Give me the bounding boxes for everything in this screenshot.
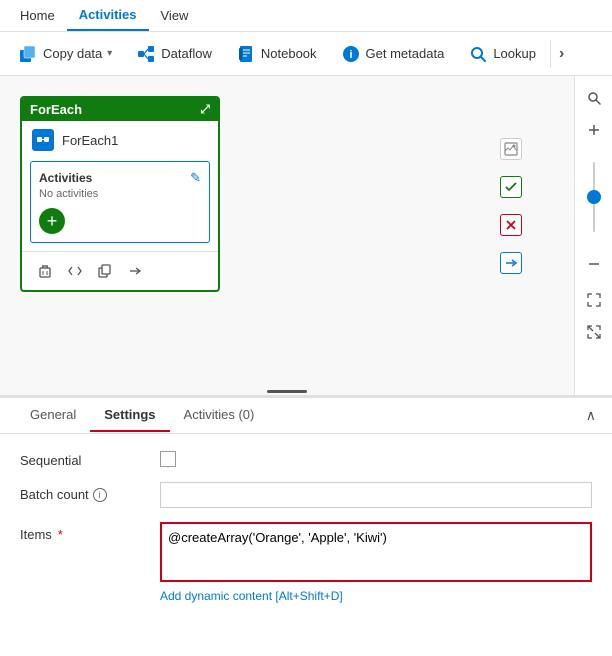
collapse-button[interactable]: ∧ bbox=[586, 407, 596, 424]
foreach-item-icon bbox=[32, 129, 54, 151]
activities-inner-title: Activities bbox=[39, 171, 92, 185]
bottom-panel: General Settings Activities (0) ∧ Sequen… bbox=[0, 396, 612, 656]
dataflow-button[interactable]: Dataflow bbox=[126, 39, 222, 69]
tab-settings[interactable]: Settings bbox=[90, 399, 169, 432]
connector-icons-group bbox=[500, 138, 522, 274]
svg-text:i: i bbox=[349, 49, 352, 61]
items-textarea[interactable] bbox=[160, 522, 592, 582]
items-text: Items bbox=[20, 527, 52, 542]
foreach-item-label: ForEach1 bbox=[62, 133, 118, 148]
edit-icon[interactable]: ✎ bbox=[190, 170, 201, 186]
items-control: Add dynamic content [Alt+Shift+D] bbox=[160, 522, 592, 603]
tab-general[interactable]: General bbox=[16, 399, 90, 432]
fit-to-screen-button[interactable] bbox=[580, 286, 608, 314]
items-required-marker: * bbox=[58, 527, 63, 542]
delete-button[interactable] bbox=[32, 258, 58, 284]
copy-data-label: Copy data bbox=[43, 46, 102, 61]
form-area: Sequential Batch count i Items * Add dyn bbox=[0, 434, 612, 631]
code-button[interactable] bbox=[62, 258, 88, 284]
arrow-right-button[interactable] bbox=[122, 258, 148, 284]
get-metadata-label: Get metadata bbox=[366, 46, 445, 61]
copy-data-icon bbox=[18, 44, 38, 64]
copy-data-button[interactable]: Copy data ▾ bbox=[8, 39, 122, 69]
sequential-checkbox[interactable] bbox=[160, 451, 176, 467]
notebook-label: Notebook bbox=[261, 46, 317, 61]
dataflow-icon bbox=[136, 44, 156, 64]
main-area: ForEach ⤢ ForEach1 Activities ✎ bbox=[0, 76, 612, 396]
foreach-expand-icon[interactable]: ⤢ bbox=[200, 102, 210, 117]
zoom-slider[interactable] bbox=[593, 152, 595, 242]
lookup-icon bbox=[468, 44, 488, 64]
get-metadata-icon: i bbox=[341, 44, 361, 64]
lookup-label: Lookup bbox=[493, 46, 536, 61]
connector-x-icon[interactable] bbox=[500, 214, 522, 236]
drag-handle-bar bbox=[267, 390, 307, 393]
drag-handle[interactable] bbox=[267, 390, 307, 393]
canvas: ForEach ⤢ ForEach1 Activities ✎ bbox=[0, 76, 574, 395]
dataflow-label: Dataflow bbox=[161, 46, 212, 61]
nav-home[interactable]: Home bbox=[8, 0, 67, 31]
batch-count-text: Batch count bbox=[20, 487, 89, 502]
tabs-left: General Settings Activities (0) bbox=[16, 399, 268, 432]
toolbar-more-icon: › bbox=[559, 45, 564, 62]
tabs-row: General Settings Activities (0) ∧ bbox=[0, 398, 612, 434]
no-activities-label: No activities bbox=[39, 188, 201, 200]
tab-activities[interactable]: Activities (0) bbox=[170, 399, 269, 432]
side-controls bbox=[574, 76, 612, 395]
foreach-header: ForEach ⤢ bbox=[22, 98, 218, 121]
connector-image-icon[interactable] bbox=[500, 138, 522, 160]
toolbar-more-button[interactable]: › bbox=[550, 40, 572, 68]
zoom-out-button[interactable] bbox=[580, 250, 608, 278]
batch-count-row: Batch count i bbox=[20, 482, 592, 508]
activities-inner-box: Activities ✎ No activities + bbox=[30, 161, 210, 243]
batch-count-info-icon[interactable]: i bbox=[93, 488, 107, 502]
sequential-label: Sequential bbox=[20, 448, 160, 468]
batch-count-control bbox=[160, 482, 592, 508]
nav-activities[interactable]: Activities bbox=[67, 0, 149, 31]
items-label: Items * bbox=[20, 522, 160, 542]
foreach-item-row: ForEach1 bbox=[22, 121, 218, 155]
expand-button[interactable] bbox=[580, 318, 608, 346]
activities-inner-header: Activities ✎ bbox=[39, 170, 201, 186]
sequential-control bbox=[160, 448, 592, 467]
batch-count-input[interactable] bbox=[160, 482, 592, 508]
notebook-button[interactable]: Notebook bbox=[226, 39, 327, 69]
toolbar: Copy data ▾ Dataflow Notebook bbox=[0, 32, 612, 76]
foreach-actions bbox=[22, 251, 218, 290]
get-metadata-button[interactable]: i Get metadata bbox=[331, 39, 455, 69]
foreach-container: ForEach ⤢ ForEach1 Activities ✎ bbox=[20, 96, 220, 292]
connector-check-icon[interactable] bbox=[500, 176, 522, 198]
sequential-row: Sequential bbox=[20, 448, 592, 468]
zoom-in-button[interactable] bbox=[580, 116, 608, 144]
batch-count-label: Batch count i bbox=[20, 482, 160, 502]
items-row: Items * Add dynamic content [Alt+Shift+D… bbox=[20, 522, 592, 603]
notebook-icon bbox=[236, 44, 256, 64]
add-activity-button[interactable]: + bbox=[39, 208, 65, 234]
copy-data-chevron: ▾ bbox=[107, 48, 112, 59]
dynamic-content-link[interactable]: Add dynamic content [Alt+Shift+D] bbox=[160, 589, 343, 603]
foreach-title: ForEach bbox=[30, 102, 82, 117]
top-nav: Home Activities View bbox=[0, 0, 612, 32]
lookup-button[interactable]: Lookup bbox=[458, 39, 546, 69]
copy-button[interactable] bbox=[92, 258, 118, 284]
search-side-button[interactable] bbox=[580, 84, 608, 112]
nav-view[interactable]: View bbox=[149, 0, 201, 31]
connector-arrow-icon[interactable] bbox=[500, 252, 522, 274]
